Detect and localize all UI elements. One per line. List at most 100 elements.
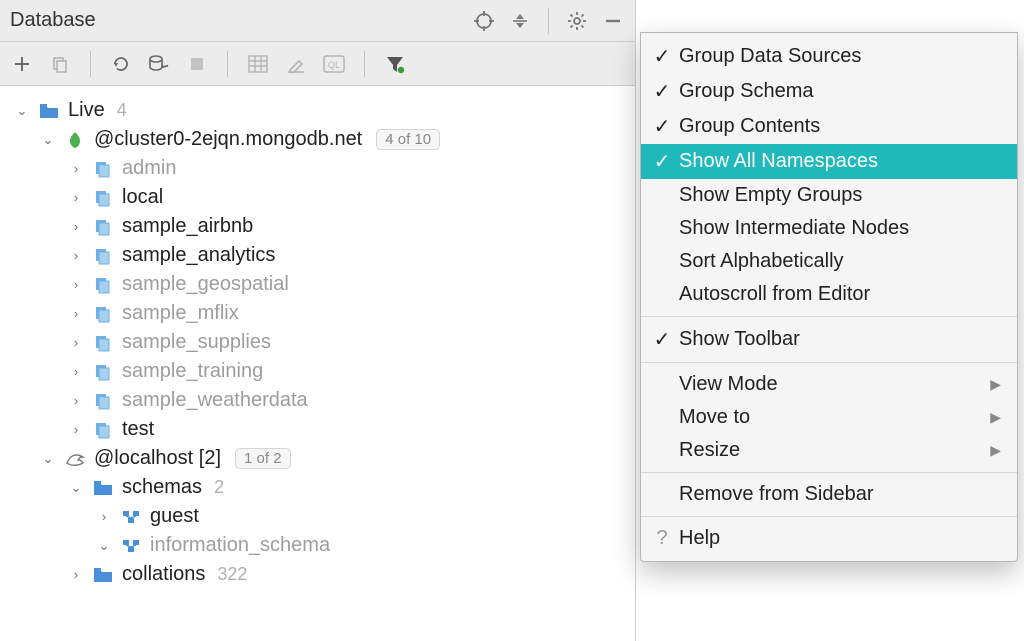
tree-label: information_schema (150, 534, 330, 557)
menu-sort-alphabetically[interactable]: Sort Alphabetically (641, 245, 1017, 278)
gear-icon[interactable] (565, 9, 589, 33)
stop-icon[interactable] (185, 52, 209, 76)
tree-node-database[interactable]: ›admin (4, 154, 631, 183)
settings-menu: ✓Group Data Sources ✓Group Schema ✓Group… (640, 32, 1018, 562)
count-badge: 4 of 10 (376, 129, 440, 150)
submenu-arrow-icon: ▶ (990, 442, 1001, 459)
datasource-properties-icon[interactable] (147, 52, 171, 76)
panel-header: Database (0, 0, 635, 42)
console-icon[interactable]: QL (322, 52, 346, 76)
add-icon[interactable] (10, 52, 34, 76)
menu-separator (641, 362, 1017, 363)
folder-icon (92, 478, 114, 498)
tree-count: 2 (214, 477, 224, 498)
tree-label: sample_analytics (122, 244, 275, 267)
chevron-right-icon[interactable]: › (68, 219, 84, 234)
tree-node-localhost[interactable]: ⌄ @localhost [2] 1 of 2 (4, 444, 631, 473)
tree-node-database[interactable]: › sample_weatherdata (4, 386, 631, 415)
menu-group-data-sources[interactable]: ✓Group Data Sources (641, 39, 1017, 74)
menu-help[interactable]: ?Help (641, 522, 1017, 555)
mongodb-leaf-icon (64, 130, 86, 150)
chevron-right-icon[interactable]: › (68, 393, 84, 408)
tree-node-collations[interactable]: › collations 322 (4, 560, 631, 589)
menu-group-contents[interactable]: ✓Group Contents (641, 109, 1017, 144)
tree-label: sample_supplies (122, 331, 271, 354)
tree-node-cluster[interactable]: ⌄ @cluster0-2ejqn.mongodb.net 4 of 10 (4, 125, 631, 154)
target-icon[interactable] (472, 9, 496, 33)
mysql-dolphin-icon (64, 449, 86, 469)
filter-icon[interactable] (383, 52, 407, 76)
tree-label: collations (122, 563, 205, 586)
database-icon (92, 362, 114, 382)
divider (548, 8, 549, 34)
tree-node-schemas[interactable]: ⌄ schemas 2 (4, 473, 631, 502)
tree-label: sample_weatherdata (122, 389, 308, 412)
chevron-right-icon[interactable]: › (68, 277, 84, 292)
copy-icon[interactable] (48, 52, 72, 76)
menu-resize[interactable]: Resize▶ (641, 434, 1017, 467)
tree-node-database[interactable]: › test (4, 415, 631, 444)
chevron-down-icon[interactable]: ⌄ (40, 451, 56, 467)
chevron-right-icon[interactable]: › (68, 422, 84, 437)
tree-count: 322 (217, 564, 247, 585)
tree-node-database[interactable]: › sample_training (4, 357, 631, 386)
chevron-right-icon[interactable]: › (68, 306, 84, 321)
refresh-icon[interactable] (109, 52, 133, 76)
chevron-right-icon[interactable]: › (68, 364, 84, 379)
database-icon (92, 333, 114, 353)
database-icon (92, 188, 114, 208)
folder-icon (92, 565, 114, 585)
tree-label: @cluster0-2ejqn.mongodb.net (94, 128, 362, 151)
tree-count: 4 (117, 100, 127, 121)
menu-separator (641, 316, 1017, 317)
chevron-right-icon[interactable]: › (68, 190, 84, 205)
chevron-right-icon[interactable]: › (68, 335, 84, 350)
tree-node-database[interactable]: ›sample_geospatial (4, 270, 631, 299)
chevron-right-icon[interactable]: › (96, 509, 112, 524)
menu-show-all-namespaces[interactable]: ✓Show All Namespaces (641, 144, 1017, 179)
count-badge: 1 of 2 (235, 448, 291, 469)
tree-label: Live (68, 99, 105, 122)
menu-show-empty-groups[interactable]: Show Empty Groups (641, 179, 1017, 212)
tree-label: sample_airbnb (122, 215, 253, 238)
database-icon (92, 420, 114, 440)
database-panel: Database (0, 0, 636, 641)
database-icon (92, 217, 114, 237)
minimize-icon[interactable] (601, 9, 625, 33)
chevron-down-icon[interactable]: ⌄ (68, 480, 84, 496)
tree-node-database[interactable]: › sample_mflix (4, 299, 631, 328)
menu-show-toolbar[interactable]: ✓Show Toolbar (641, 322, 1017, 357)
tree-node-database[interactable]: ›local (4, 183, 631, 212)
tree-label: test (122, 418, 154, 441)
tree-node-live[interactable]: ⌄ Live 4 (4, 96, 631, 125)
toolbar: QL (0, 42, 635, 86)
menu-autoscroll[interactable]: Autoscroll from Editor (641, 278, 1017, 311)
chevron-right-icon[interactable]: › (68, 248, 84, 263)
chevron-down-icon[interactable]: ⌄ (14, 103, 30, 119)
tree-node-database[interactable]: › sample_analytics (4, 241, 631, 270)
folder-icon (38, 101, 60, 121)
menu-view-mode[interactable]: View Mode▶ (641, 368, 1017, 401)
schema-icon (120, 507, 142, 527)
tree-node-schema[interactable]: ⌄ information_schema (4, 531, 631, 560)
menu-move-to[interactable]: Move to▶ (641, 401, 1017, 434)
svg-text:QL: QL (328, 60, 340, 70)
menu-show-intermediate-nodes[interactable]: Show Intermediate Nodes (641, 212, 1017, 245)
edit-icon[interactable] (284, 52, 308, 76)
tree-node-database[interactable]: › sample_supplies (4, 328, 631, 357)
chevron-down-icon[interactable]: ⌄ (40, 132, 56, 148)
database-icon (92, 275, 114, 295)
tree-label: sample_mflix (122, 302, 239, 325)
chevron-right-icon[interactable]: › (68, 161, 84, 176)
collapse-icon[interactable] (508, 9, 532, 33)
chevron-down-icon[interactable]: ⌄ (96, 538, 112, 554)
tree-label: sample_training (122, 360, 263, 383)
menu-group-schema[interactable]: ✓Group Schema (641, 74, 1017, 109)
table-icon[interactable] (246, 52, 270, 76)
menu-remove-sidebar[interactable]: Remove from Sidebar (641, 478, 1017, 511)
tree-node-schema[interactable]: ›guest (4, 502, 631, 531)
menu-separator (641, 516, 1017, 517)
tree-node-database[interactable]: › sample_airbnb (4, 212, 631, 241)
chevron-right-icon[interactable]: › (68, 567, 84, 582)
database-icon (92, 159, 114, 179)
